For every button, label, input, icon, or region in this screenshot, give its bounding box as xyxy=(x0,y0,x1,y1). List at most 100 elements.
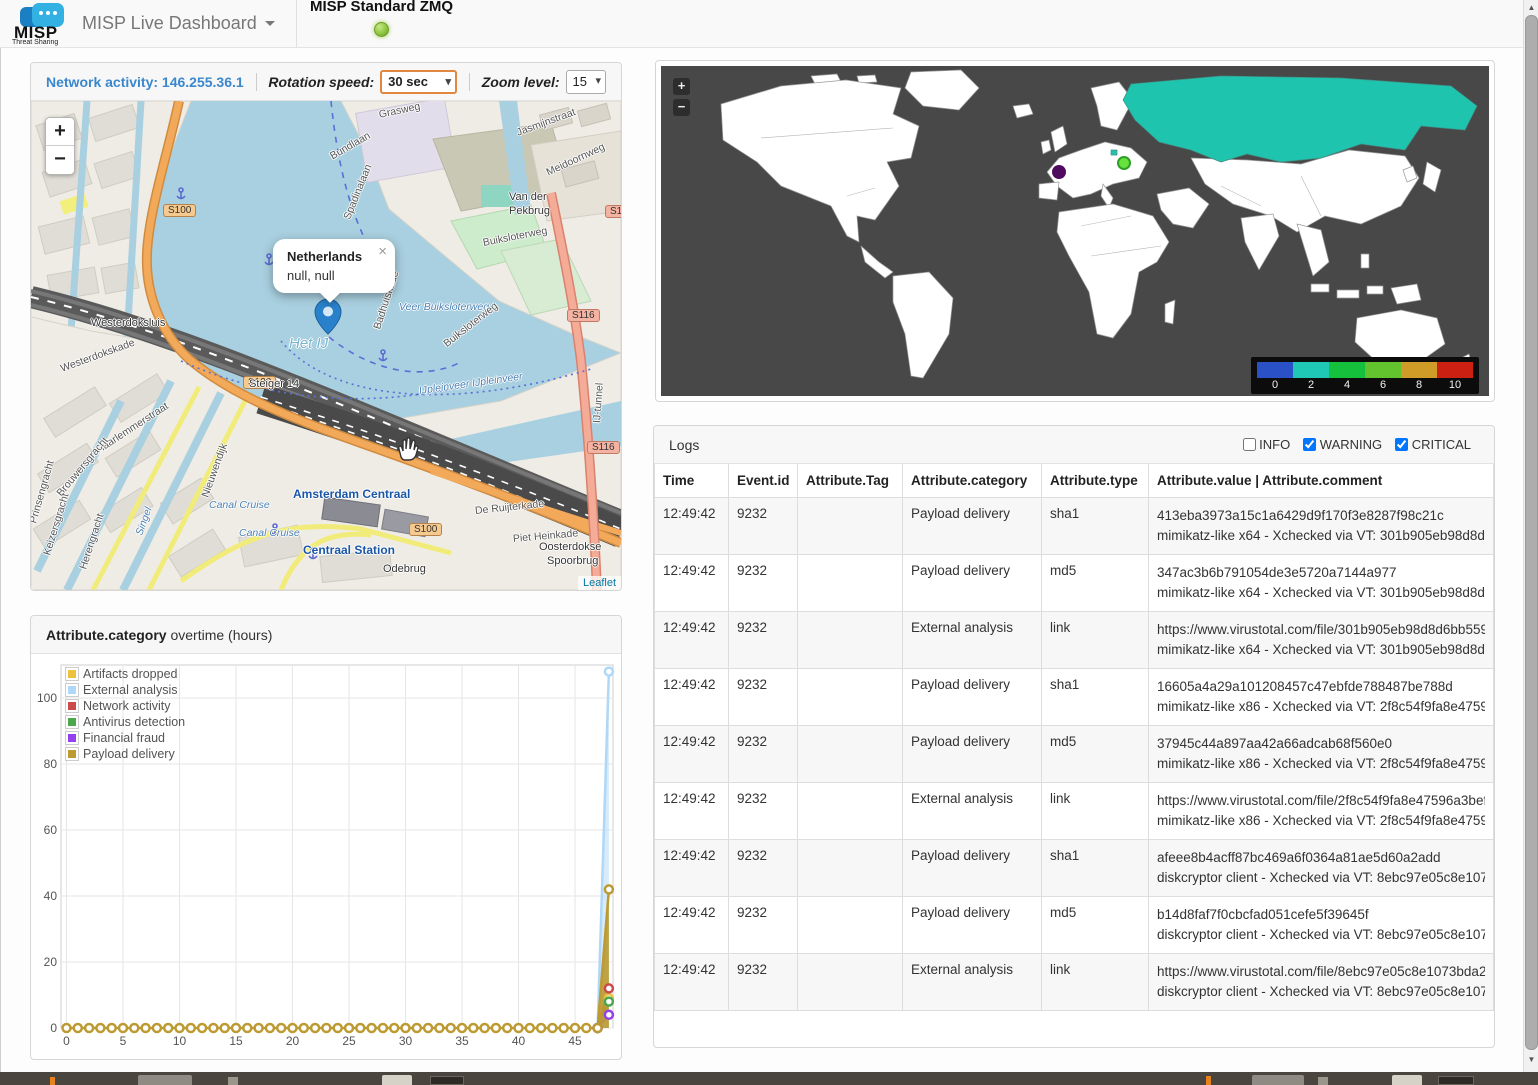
svg-text:20: 20 xyxy=(44,955,58,969)
legend-tick-labels: 0246810 xyxy=(1257,378,1473,391)
network-activity-title-link[interactable]: Network activity: 146.255.36.1 xyxy=(46,74,244,90)
filter-warning-checkbox[interactable] xyxy=(1303,438,1316,451)
rotation-speed-select[interactable]: 30 sec xyxy=(380,70,457,94)
chart-title-bold: Attribute.category xyxy=(46,627,167,643)
log-cell: 12:49:42 xyxy=(655,783,729,840)
log-value-cell: 413eba3973a15c1a6429d9f170f3e8287f98c21c… xyxy=(1149,498,1494,555)
popup-close-icon[interactable]: × xyxy=(378,244,387,259)
rotation-speed-label: Rotation speed: xyxy=(268,74,374,90)
scrollbar-thumb[interactable] xyxy=(1525,15,1538,1050)
world-zoom-out-button[interactable]: − xyxy=(673,99,690,116)
svg-text:10: 10 xyxy=(173,1034,187,1048)
taskbar-icon[interactable] xyxy=(1392,1075,1422,1085)
log-cell: link xyxy=(1042,783,1149,840)
app-title-label: MISP Live Dashboard xyxy=(82,13,257,33)
legend-item: Payload delivery xyxy=(65,746,185,762)
scrollbar-up-button[interactable]: ▲ xyxy=(1524,0,1538,15)
taskbar-icon[interactable] xyxy=(1318,1077,1328,1085)
map-zoom-out-button[interactable]: − xyxy=(46,146,74,174)
log-cell: 12:49:42 xyxy=(655,498,729,555)
misp-logo[interactable]: MISP Threat Sharing xyxy=(12,1,74,47)
chevron-down-icon xyxy=(265,21,275,31)
leaflet-street-map[interactable]: + − × Netherlands null, null S100S100S10… xyxy=(31,101,621,590)
taskbar-icon[interactable] xyxy=(1252,1075,1304,1085)
log-cell: sha1 xyxy=(1042,669,1149,726)
attribute-value: 16605a4a29a101208457c47ebfde788487be788d xyxy=(1157,677,1485,697)
taskbar-icon[interactable] xyxy=(50,1077,55,1085)
attribute-value: https://www.virustotal.com/file/2f8c54f9… xyxy=(1157,791,1485,811)
taskbar-icon[interactable] xyxy=(138,1075,192,1085)
legend-item: External analysis xyxy=(65,682,185,698)
world-zoom-in-button[interactable]: + xyxy=(673,78,690,95)
svg-text:15: 15 xyxy=(229,1034,243,1048)
log-cell: External analysis xyxy=(903,783,1042,840)
filter-info-checkbox[interactable] xyxy=(1243,438,1256,451)
svg-text:5: 5 xyxy=(120,1034,127,1048)
log-cell: External analysis xyxy=(903,612,1042,669)
log-cell: 12:49:42 xyxy=(655,954,729,1011)
log-cell: md5 xyxy=(1042,897,1149,954)
taskbar-icon[interactable] xyxy=(382,1075,412,1085)
table-row: 12:49:429232External analysislinkhttps:/… xyxy=(655,783,1494,840)
filter-critical-checkbox[interactable] xyxy=(1395,438,1408,451)
log-cell xyxy=(798,612,903,669)
logs-column-header: Time xyxy=(655,464,729,498)
table-row: 12:49:429232Payload deliverysha1afeee8b4… xyxy=(655,840,1494,897)
attribute-comment: mimikatz-like x64 - Xchecked via VT: 301… xyxy=(1157,526,1485,546)
taskbar-icon[interactable] xyxy=(228,1077,238,1085)
log-cell: 9232 xyxy=(729,840,798,897)
world-choropleth-map[interactable]: + − 0246810 xyxy=(661,66,1489,396)
network-activity-header: Network activity: 146.255.36.1 Rotation … xyxy=(31,63,621,101)
app-title-dropdown[interactable]: MISP Live Dashboard xyxy=(82,0,275,47)
log-cell xyxy=(798,726,903,783)
taskbar-icon[interactable] xyxy=(430,1076,464,1085)
attribute-value: 37945c44a897aa42a66adcab68f560e0 xyxy=(1157,734,1485,754)
svg-text:80: 80 xyxy=(44,757,58,771)
svg-text:25: 25 xyxy=(342,1034,356,1048)
attribute-value: https://www.virustotal.com/file/301b905e… xyxy=(1157,620,1485,640)
log-cell: 12:49:42 xyxy=(655,840,729,897)
log-cell: 12:49:42 xyxy=(655,897,729,954)
log-cell: 9232 xyxy=(729,612,798,669)
taskbar-icon[interactable] xyxy=(1438,1076,1474,1085)
leaflet-attribution-link[interactable]: Leaflet xyxy=(578,576,621,590)
filter-info[interactable]: INFO xyxy=(1243,437,1291,452)
log-cell: Payload delivery xyxy=(903,726,1042,783)
zmq-title: MISP Standard ZMQ xyxy=(297,0,466,15)
map-popup: × Netherlands null, null xyxy=(273,239,395,293)
log-cell: Payload delivery xyxy=(903,669,1042,726)
attribute-value: 347ac3b6b791054de3e5720a7144a977 xyxy=(1157,563,1485,583)
log-value-cell: 16605a4a29a101208457c47ebfde788487be788d… xyxy=(1149,669,1494,726)
table-row: 12:49:429232External analysislinkhttps:/… xyxy=(655,612,1494,669)
table-row: 12:49:429232Payload deliverymd537945c44a… xyxy=(655,726,1494,783)
log-value-cell: afeee8b4acff87bc469a6f0364a81ae5d60a2add… xyxy=(1149,840,1494,897)
log-cell: 9232 xyxy=(729,555,798,612)
window-edge xyxy=(0,48,1,1072)
bottom-taskbar xyxy=(0,1072,1538,1085)
attribute-comment: mimikatz-like x86 - Xchecked via VT: 2f8… xyxy=(1157,811,1485,831)
log-cell: sha1 xyxy=(1042,498,1149,555)
attribute-value: afeee8b4acff87bc469a6f0364a81ae5d60a2add xyxy=(1157,848,1485,868)
network-activity-panel: Network activity: 146.255.36.1 Rotation … xyxy=(30,62,622,591)
svg-text:40: 40 xyxy=(44,889,58,903)
filter-warning[interactable]: WARNING xyxy=(1303,437,1382,452)
logs-table-header-row: TimeEvent.idAttribute.TagAttribute.categ… xyxy=(655,464,1494,498)
log-cell: md5 xyxy=(1042,555,1149,612)
svg-text:100: 100 xyxy=(37,691,57,705)
logs-panel: Logs INFO WARNING CRITICAL TimeEvent.idA… xyxy=(653,425,1495,1048)
table-row: 12:49:429232Payload deliverysha116605a4a… xyxy=(655,669,1494,726)
log-cell: 12:49:42 xyxy=(655,555,729,612)
map-zoom-in-button[interactable]: + xyxy=(46,118,74,146)
scrollbar-down-button[interactable]: ▼ xyxy=(1524,1052,1538,1067)
log-cell: link xyxy=(1042,612,1149,669)
zoom-level-select[interactable]: 15 xyxy=(566,70,606,94)
log-cell xyxy=(798,840,903,897)
attribute-value: 413eba3973a15c1a6429d9f170f3e8287f98c21c xyxy=(1157,506,1485,526)
attribute-category-chart-panel: Attribute.category overtime (hours) Arti… xyxy=(30,615,622,1060)
log-value-cell: 37945c44a897aa42a66adcab68f560e0mimikatz… xyxy=(1149,726,1494,783)
attribute-value: https://www.virustotal.com/file/8ebc97e0… xyxy=(1157,962,1485,982)
filter-critical[interactable]: CRITICAL xyxy=(1395,437,1471,452)
taskbar-icon[interactable] xyxy=(1206,1076,1211,1085)
choropleth-legend: 0246810 xyxy=(1251,357,1479,394)
log-cell: 12:49:42 xyxy=(655,669,729,726)
